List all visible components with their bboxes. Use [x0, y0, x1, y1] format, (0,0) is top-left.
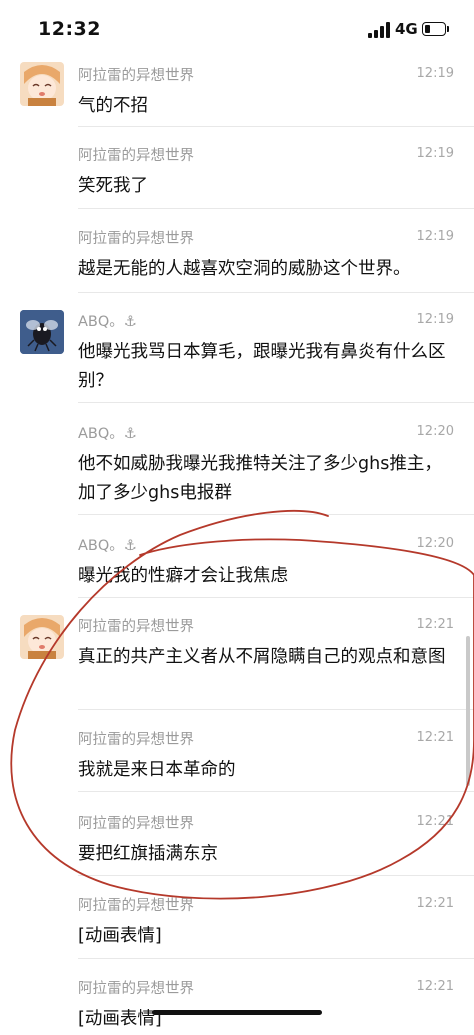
sender-name: 阿拉雷的异想世界 — [78, 981, 194, 997]
message-time: 12:21 — [416, 896, 454, 911]
message-divider — [78, 709, 474, 710]
chat-message[interactable]: 阿拉雷的异想世界 12:19 笑死我了 — [0, 142, 474, 222]
message-divider — [78, 514, 474, 515]
sender-name: 阿拉雷的异想世界 — [78, 68, 194, 84]
home-indicator[interactable] — [152, 1010, 322, 1015]
arale-avatar[interactable] — [20, 615, 64, 659]
status-time: 12:32 — [38, 18, 101, 40]
message-time: 12:20 — [416, 424, 454, 439]
message-divider — [78, 597, 474, 598]
message-text: [动画表情] — [78, 926, 162, 946]
chat-message[interactable]: ABQ。⚓ 12:20 曝光我的性癖才会让我焦虑 — [0, 532, 474, 612]
message-time: 12:19 — [416, 312, 454, 327]
chat-message[interactable]: 阿拉雷的异想世界 12:21 [动画表情] — [0, 892, 474, 972]
message-text: 我就是来日本革命的 — [78, 760, 236, 780]
message-text: 笑死我了 — [78, 176, 148, 196]
message-text: 他不如威胁我曝光我推特关注了多少ghs推主，加了多少ghs电报群 — [78, 454, 442, 503]
message-time: 12:21 — [416, 730, 454, 745]
message-divider — [78, 958, 474, 959]
chat-message[interactable]: ABQ。⚓ 12:20 他不如威胁我曝光我推特关注了多少ghs推主，加了多少gh… — [0, 420, 474, 520]
message-time: 12:20 — [416, 536, 454, 551]
sender-name: ABQ。⚓ — [78, 538, 137, 554]
sender-name: 阿拉雷的异想世界 — [78, 619, 194, 635]
message-time: 12:19 — [416, 229, 454, 244]
chat-message[interactable]: 阿拉雷的异想世界 12:19 越是无能的人越喜欢空洞的威胁这个世界。 — [0, 225, 474, 305]
message-text: 越是无能的人越喜欢空洞的威胁这个世界。 — [78, 259, 411, 279]
message-text: 真正的共产主义者从不屑隐瞒自己的观点和意图 — [78, 647, 446, 667]
message-time: 12:21 — [416, 814, 454, 829]
chat-message[interactable]: ABQ。⚓ 12:19 他曝光我骂日本算毛，跟曝光我有鼻炎有什么区别？ — [0, 308, 474, 408]
sender-name: 阿拉雷的异想世界 — [78, 148, 194, 164]
sender-name: 阿拉雷的异想世界 — [78, 231, 194, 247]
signal-icon — [368, 22, 390, 38]
network-type: 4G — [395, 20, 418, 38]
message-divider — [78, 402, 474, 403]
message-text: 气的不招 — [78, 96, 148, 116]
sender-name: 阿拉雷的异想世界 — [78, 816, 194, 832]
sender-name: ABQ。⚓ — [78, 426, 137, 442]
chat-message[interactable]: 阿拉雷的异想世界 12:21 真正的共产主义者从不屑隐瞒自己的观点和意图 — [0, 613, 474, 723]
message-time: 12:19 — [416, 146, 454, 161]
message-text: 曝光我的性癖才会让我焦虑 — [78, 566, 288, 586]
message-time: 12:21 — [416, 617, 454, 632]
message-text: 要把红旗插满东京 — [78, 844, 218, 864]
message-text: 他曝光我骂日本算毛，跟曝光我有鼻炎有什么区别？ — [78, 342, 446, 391]
sender-name: ABQ。⚓ — [78, 314, 137, 330]
chat-message[interactable]: 阿拉雷的异想世界 12:21 [动画表情] — [0, 975, 474, 1035]
status-bar: 12:32 4G — [0, 0, 474, 58]
chat-message[interactable]: 阿拉雷的异想世界 12:21 要把红旗插满东京 — [0, 810, 474, 890]
abq-avatar[interactable] — [20, 310, 64, 354]
sender-name: 阿拉雷的异想世界 — [78, 898, 194, 914]
battery-icon — [422, 22, 446, 36]
chat-message[interactable]: 阿拉雷的异想世界 12:21 我就是来日本革命的 — [0, 726, 474, 806]
message-divider — [78, 208, 474, 209]
chat-message[interactable]: 阿拉雷的异想世界 12:19 气的不招 — [0, 60, 474, 140]
message-time: 12:19 — [416, 66, 454, 81]
arale-avatar[interactable] — [20, 62, 64, 106]
scrollbar[interactable] — [466, 636, 470, 786]
sender-name: 阿拉雷的异想世界 — [78, 732, 194, 748]
message-divider — [78, 875, 474, 876]
message-divider — [78, 292, 474, 293]
message-time: 12:21 — [416, 979, 454, 994]
message-divider — [78, 791, 474, 792]
message-divider — [78, 126, 474, 127]
